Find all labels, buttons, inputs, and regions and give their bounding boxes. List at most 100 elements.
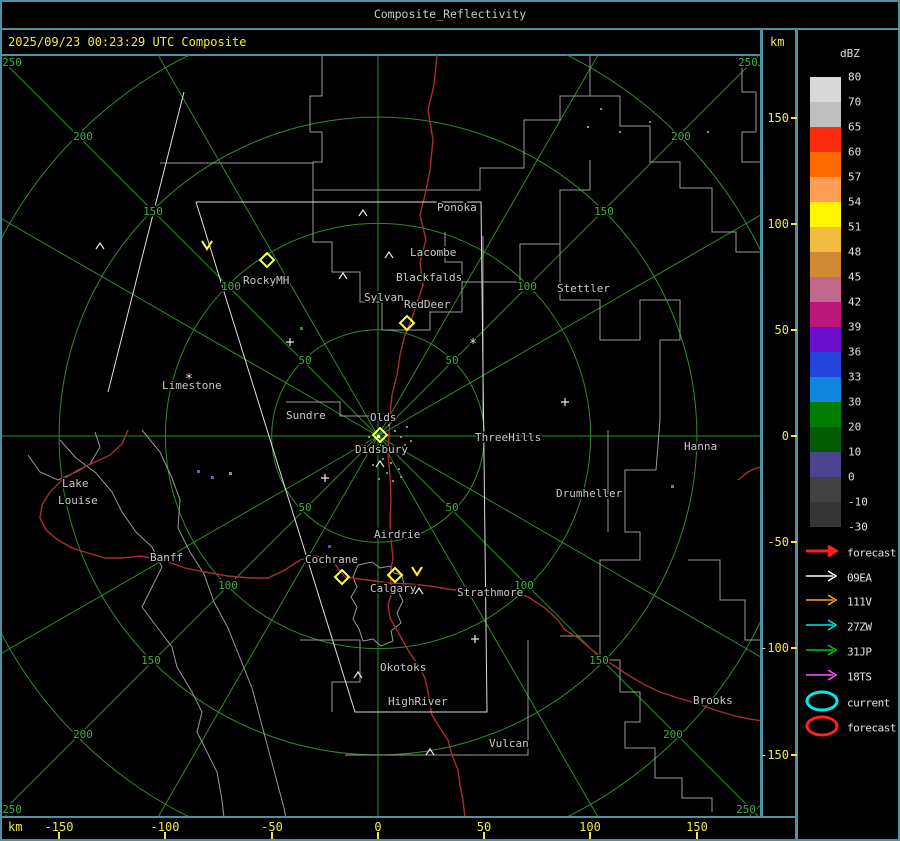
- bottom-axis-tick: [589, 832, 591, 839]
- colorbar-value-label: -10: [848, 495, 868, 509]
- caret-marker: [95, 241, 105, 250]
- echo-dot: [197, 470, 200, 473]
- colorbar-value-label: 0: [848, 470, 855, 484]
- legend-item-label: 18TS: [847, 670, 872, 684]
- ring-distance-label: 150: [143, 205, 163, 218]
- legend-item-label: current: [847, 696, 890, 710]
- right-axis-tick: [791, 541, 797, 543]
- county-border: [688, 559, 760, 641]
- azimuth-spoke: [377, 435, 598, 816]
- city-label: ThreeHills: [475, 431, 541, 444]
- echo-dot: [400, 476, 402, 478]
- legend-item-label: 27ZW: [847, 620, 872, 634]
- ring-distance-label: 250: [738, 56, 758, 69]
- city-label: RedDeer: [404, 298, 451, 311]
- ring-distance-label: 250: [2, 803, 22, 816]
- city-label: Lacombe: [410, 246, 456, 259]
- colorbar-value-label: 65: [848, 120, 862, 134]
- right-axis-tick-label: -150: [760, 748, 789, 762]
- ring-distance-label: 150: [594, 205, 614, 218]
- county-border: [309, 55, 323, 201]
- storm-ellipse-icon: [804, 713, 844, 743]
- city-label: Vulcan: [489, 737, 529, 750]
- ring-distance-label: 200: [73, 130, 93, 143]
- plus-marker: [471, 635, 479, 643]
- azimuth-spoke: [2, 435, 379, 813]
- colorbar-swatch: [810, 252, 841, 277]
- county-border: [312, 160, 591, 331]
- right-axis-tick: [791, 647, 797, 649]
- colorbar-swatch: [810, 452, 841, 477]
- bottom-axis-tick: [164, 832, 166, 839]
- echo-dot: [400, 436, 402, 438]
- ring-distance-label: 150: [589, 654, 609, 667]
- radar-center-dot: [377, 435, 380, 438]
- echo-dot: [390, 462, 392, 464]
- ring-distance-label: 200: [73, 728, 93, 741]
- city-label: Airdrie: [374, 528, 420, 541]
- ring-distance-label: 250: [2, 56, 22, 69]
- county-border: [27, 431, 101, 481]
- ring-distance-label: 100: [218, 579, 238, 592]
- right-axis-tick: [791, 329, 797, 331]
- county-border: [313, 55, 591, 191]
- colorbar-swatch: [810, 502, 841, 527]
- colorbar-swatch: [810, 77, 841, 102]
- colorbar-value-label: 33: [848, 370, 862, 384]
- city-label: Drumheller: [556, 487, 623, 500]
- colorbar-value-label: 30: [848, 395, 862, 409]
- echo-dot: [392, 480, 394, 482]
- right-axis-tick-label: -100: [760, 641, 789, 655]
- caret-marker: [338, 271, 348, 280]
- colorbar-title: dBZ: [840, 47, 860, 60]
- city-label: Ponoka: [437, 201, 477, 214]
- legend-item-label: 111V: [847, 595, 872, 609]
- ring-distance-label: 50: [298, 354, 311, 367]
- right-axis-tick-label: 150: [767, 111, 789, 125]
- legend-item-label: 31JP: [847, 645, 872, 659]
- echo-dot: [587, 126, 589, 128]
- radar-app-window: Composite_Reflectivity 2025/09/23 00:23:…: [0, 0, 900, 841]
- echo-dot: [398, 468, 400, 470]
- ring-distance-label: 250: [736, 803, 756, 816]
- echo-dot: [229, 472, 232, 475]
- colorbar-value-label: 51: [848, 220, 862, 234]
- county-border: [741, 55, 760, 163]
- caret-marker: [375, 459, 385, 468]
- county-border: [590, 95, 760, 253]
- colorbar-value-label: 45: [848, 270, 862, 284]
- ring-distance-label: 100: [517, 280, 537, 293]
- colorbar-value-label: 42: [848, 295, 862, 309]
- right-axis-tick-label: 0: [781, 429, 789, 443]
- colorbar-value-label: 60: [848, 145, 862, 159]
- echo-dot: [394, 430, 396, 432]
- azimuth-spoke: [2, 435, 379, 654]
- city-label: Blackfalds: [396, 271, 462, 284]
- colorbar-value-label: 70: [848, 95, 862, 109]
- radar-map[interactable]: 50 5050 50100 100100 100150 150150 150200 20020…: [0, 0, 900, 841]
- city-label: Lake: [62, 477, 89, 490]
- echo-dot: [410, 440, 412, 442]
- colorbar-value-label: -30: [848, 520, 868, 534]
- city-label: RockyMH: [243, 274, 289, 287]
- echo-dot: [707, 131, 709, 133]
- right-axis-tick-label: 100: [767, 217, 789, 231]
- colorbar-swatch: [810, 277, 841, 302]
- caret-marker: [384, 250, 394, 259]
- echo-dot: [300, 327, 303, 330]
- county-border: [141, 429, 287, 816]
- echo-dot: [382, 458, 384, 460]
- echo-dot: [328, 545, 331, 548]
- ring-distance-label: 200: [663, 728, 683, 741]
- azimuth-spoke: [157, 55, 379, 437]
- echo-dot: [386, 472, 388, 474]
- star-marker: *: [469, 337, 477, 352]
- city-label: Sundre: [286, 409, 326, 422]
- ring-distance-label: 150: [141, 654, 161, 667]
- bottom-axis-tick: [58, 832, 60, 839]
- colorbar-value-label: 36: [848, 345, 862, 359]
- city-label: Brooks: [693, 694, 733, 707]
- colorbar-value-label: 57: [848, 170, 862, 184]
- echo-dot: [372, 464, 374, 466]
- city-label: Stettler: [557, 282, 610, 295]
